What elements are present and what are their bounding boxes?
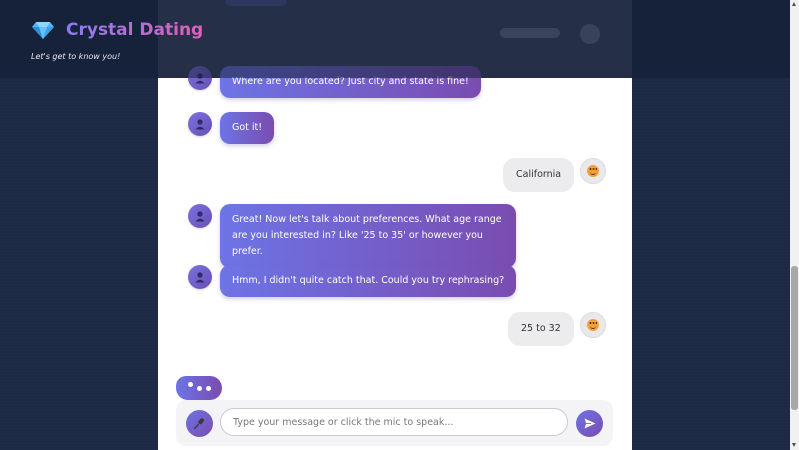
user-avatar [580, 158, 607, 184]
app-title: Crystal Dating [66, 20, 204, 40]
scroll-up-arrow-icon[interactable] [792, 2, 796, 6]
page-scrollbar[interactable] [790, 0, 799, 450]
typing-dot [196, 385, 202, 391]
typing-indicator [176, 376, 222, 400]
person-icon [195, 73, 205, 84]
person-icon [195, 272, 205, 283]
smiley-icon [587, 165, 600, 177]
typing-dot [187, 381, 193, 387]
message-row: California [503, 158, 607, 192]
typing-dot [205, 385, 211, 391]
message-row: Great! Now let's talk about preferences.… [188, 204, 516, 268]
scroll-down-arrow-icon[interactable] [792, 443, 796, 447]
message-composer [176, 400, 613, 446]
message-row: Hmm, I didn't quite catch that. Could yo… [188, 265, 517, 297]
bot-avatar [188, 112, 212, 136]
bot-avatar [188, 66, 212, 90]
bot-message: Hmm, I didn't quite catch that. Could yo… [220, 265, 517, 297]
user-message: 25 to 32 [508, 312, 574, 346]
message-row: 25 to 32 [508, 312, 606, 346]
message-row: Got it! [188, 112, 275, 144]
user-message: California [503, 158, 575, 192]
bot-message: Great! Now let's talk about preferences.… [220, 204, 516, 268]
microphone-icon [193, 418, 204, 430]
gem-icon [32, 22, 54, 39]
user-avatar [579, 312, 606, 338]
send-icon [584, 418, 595, 429]
bot-avatar [188, 265, 212, 289]
obscured-avatar [580, 24, 600, 44]
smiley-icon [586, 319, 599, 331]
send-button[interactable] [576, 410, 603, 437]
scroll-thumb[interactable] [791, 266, 798, 410]
brand-overlay: Crystal Dating [32, 20, 203, 40]
mic-button[interactable] [186, 410, 213, 437]
person-icon [195, 119, 205, 130]
bot-avatar [188, 204, 212, 228]
bot-message: Where are you located? Just city and sta… [220, 66, 481, 98]
tagline: Let's get to know you! [31, 52, 121, 61]
message-input[interactable] [220, 408, 568, 436]
message-row: Where are you located? Just city and sta… [188, 66, 481, 98]
bot-message: Got it! [220, 112, 275, 144]
header-right-fill [632, 0, 790, 78]
obscured-message-fragment [225, 0, 287, 6]
obscured-message-fragment [500, 28, 560, 38]
person-icon [195, 211, 205, 222]
